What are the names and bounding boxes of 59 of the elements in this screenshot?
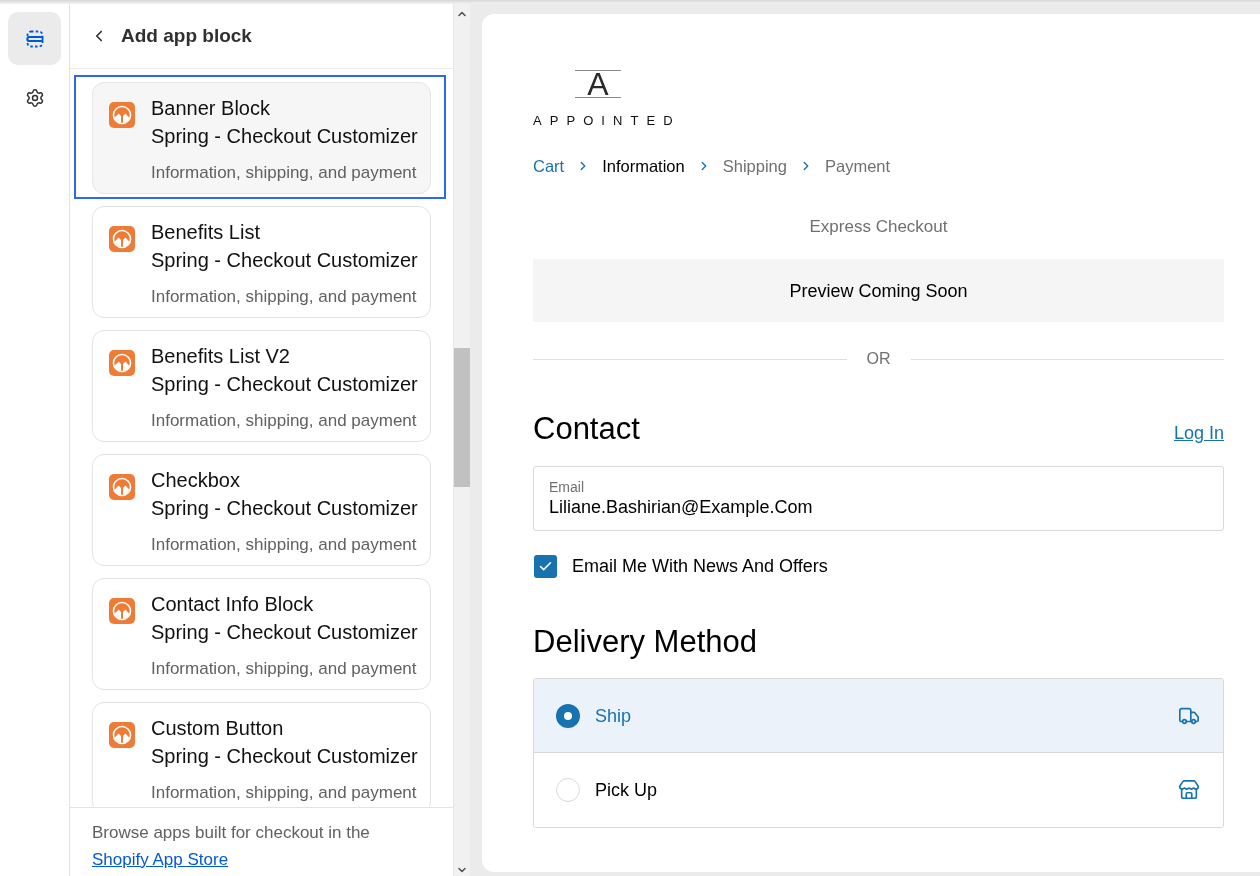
field-label: Email [549,478,584,496]
app-block-item[interactable]: Benefits List V2 Spring - Checkout Customizer Information, shipping, and payment [74,323,446,447]
block-targets: Information, shipping, and payment [151,410,418,432]
block-app-name: Spring - Checkout Customizer [151,372,418,397]
block-title: Benefits List [151,220,261,245]
footer-text: Browse apps built for checkout in the Shopify App Store [92,822,371,871]
checkbox-label: Email Me With News And Offers [572,555,828,578]
breadcrumb-step: Shipping [722,155,787,177]
sections-icon [24,28,45,49]
scrollbar[interactable] [453,4,470,876]
block-targets: Information, shipping, and payment [151,286,418,308]
app-store-link[interactable]: Shopify App Store [92,850,229,869]
block-title: Banner Block [151,96,271,121]
app-logo-icon [109,598,135,624]
breadcrumb-link[interactable]: Cart [533,155,565,177]
app-block-item[interactable]: Contact Info Block Spring - Checkout Customizer Information, shipping, and payment [74,571,446,695]
block-app-name: Spring - Checkout Customizer [151,496,418,521]
block-app-name: Spring - Checkout Customizer [151,620,418,645]
preview-notice: Preview Coming Soon [789,279,968,303]
app-logo-icon [109,474,135,500]
app-block-item[interactable]: Benefits List Spring - Checkout Customizer Information, shipping, and payment [74,199,446,323]
block-app-name: Spring - Checkout Customizer [151,744,418,769]
delivery-heading: Delivery Method [533,624,758,660]
breadcrumb-current: Information [602,156,685,177]
block-title: Benefits List V2 [151,344,291,369]
block-targets: Information, shipping, and payment [151,162,418,184]
express-checkout-title: Express Checkout [809,216,948,238]
breadcrumb-step: Payment [824,155,891,177]
block-app-name: Spring - Checkout Customizer [151,248,418,273]
block-app-name: Spring - Checkout Customizer [151,124,418,149]
option-label: Pick Up [595,779,657,802]
login-link[interactable]: Log In [1173,421,1224,445]
brand-name: APPOINTED [533,113,681,129]
scrollbar-thumb[interactable] [454,348,470,487]
delivery-option[interactable]: Ship [534,679,1223,753]
block-title: Contact Info Block [151,592,315,617]
app-logo-icon [109,102,135,128]
block-targets: Information, shipping, and payment [151,782,418,804]
divider-text: OR [866,349,891,369]
sections-button[interactable] [8,12,61,65]
block-title: Checkbox [151,468,241,493]
option-label: Ship [595,704,632,728]
app-block-item[interactable]: Custom Button Spring - Checkout Customizer Information, shipping, and payment [74,695,446,807]
logo-mark: A [575,70,621,98]
radio-button[interactable] [556,778,580,802]
contact-heading: Contact [533,411,640,447]
checkbox[interactable] [534,554,557,578]
radio-button[interactable] [556,703,580,728]
app-block-item[interactable]: Banner Block Spring - Checkout Customizer Information, shipping, and payment [74,75,446,199]
app-logo-icon [109,722,135,748]
block-targets: Information, shipping, and payment [151,658,418,680]
app-logo-icon [109,350,135,376]
panel-title: Add app block [121,23,252,48]
block-title: Custom Button [151,716,285,741]
app-block-item[interactable]: Checkbox Spring - Checkout Customizer Information, shipping, and payment [74,447,446,571]
block-targets: Information, shipping, and payment [151,534,418,556]
store-icon [1178,779,1200,801]
app-logo-icon [109,226,135,252]
settings-icon [24,87,45,108]
